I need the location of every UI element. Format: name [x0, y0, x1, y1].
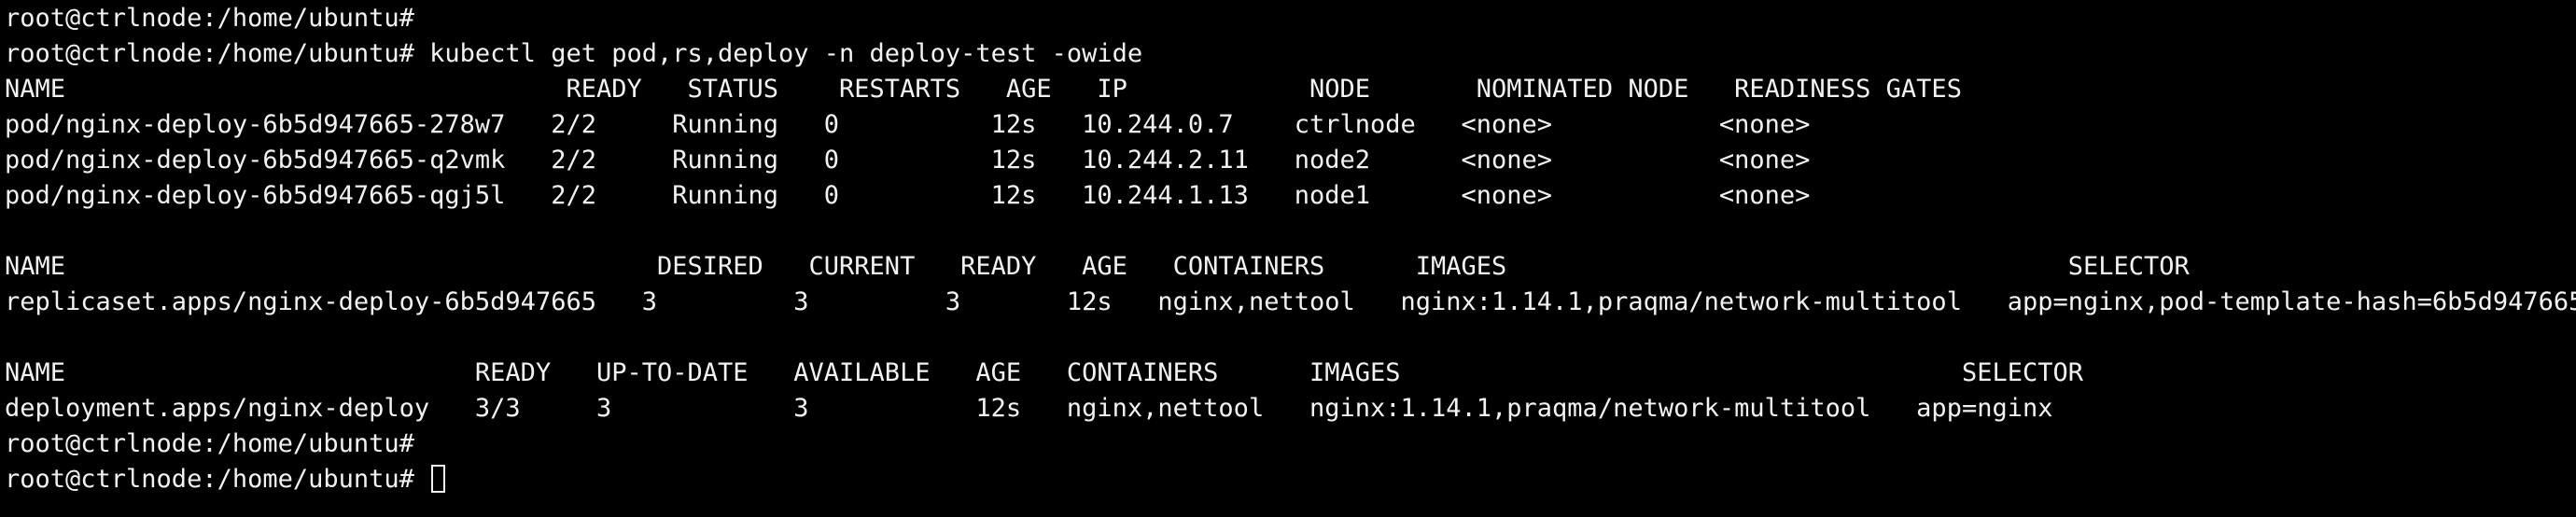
pod-table-row: pod/nginx-deploy-6b5d947665-q2vmk 2/2 Ru…: [5, 146, 1811, 175]
replicaset-table-header: NAME DESIRED CURRENT READY AGE CONTAINER…: [5, 252, 2190, 281]
prompt-text: root@ctrlnode:/home/ubuntu#: [5, 465, 430, 494]
pod-table-row: pod/nginx-deploy-6b5d947665-qgj5l 2/2 Ru…: [5, 181, 1811, 210]
terminal-line-prompt: root@ctrlnode:/home/ubuntu#: [5, 429, 414, 458]
pod-table-header: NAME READY STATUS RESTARTS AGE IP NODE N…: [5, 75, 1962, 104]
cursor-block: [431, 465, 446, 493]
deployment-table-row: deployment.apps/nginx-deploy 3/3 3 3 12s…: [5, 394, 2053, 423]
terminal-line-command: root@ctrlnode:/home/ubuntu# kubectl get …: [5, 39, 1143, 68]
terminal-line-prompt: root@ctrlnode:/home/ubuntu#: [5, 4, 414, 33]
replicaset-table-row: replicaset.apps/nginx-deploy-6b5d947665 …: [5, 287, 2576, 316]
deployment-table-header: NAME READY UP-TO-DATE AVAILABLE AGE CONT…: [5, 358, 2083, 387]
terminal-window[interactable]: root@ctrlnode:/home/ubuntu# root@ctrlnod…: [0, 0, 2576, 517]
terminal-active-prompt-line[interactable]: root@ctrlnode:/home/ubuntu#: [5, 462, 2576, 497]
pod-table-row: pod/nginx-deploy-6b5d947665-278w7 2/2 Ru…: [5, 110, 1811, 139]
